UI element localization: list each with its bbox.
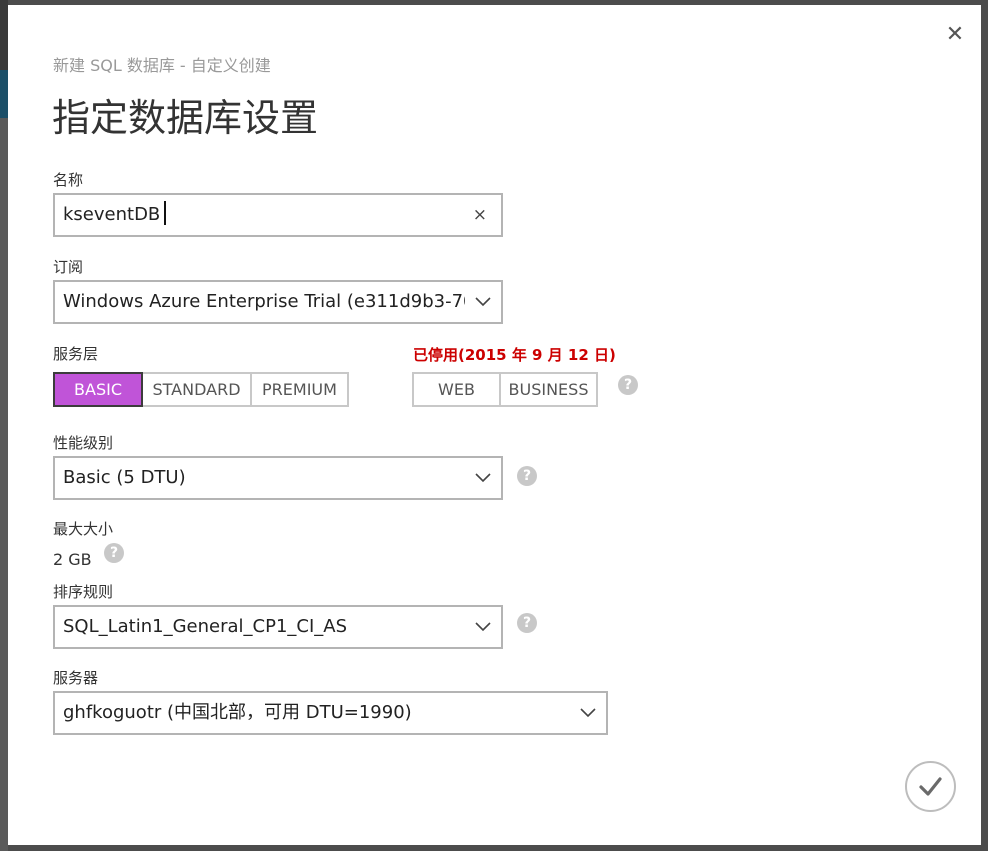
- backdrop-banner: [0, 70, 8, 118]
- performance-dropdown[interactable]: Basic (5 DTU): [53, 456, 503, 500]
- chevron-down-icon: [580, 708, 596, 718]
- performance-label: 性能级别: [53, 434, 114, 452]
- service-tier-label: 服务层: [53, 345, 99, 363]
- tier-business-button[interactable]: BUSINESS: [499, 372, 598, 407]
- collation-value: SQL_Latin1_General_CP1_CI_AS: [63, 616, 348, 637]
- performance-value: Basic (5 DTU): [63, 467, 186, 488]
- server-value: ghfkoguotr (中国北部，可用 DTU=1990): [63, 702, 412, 723]
- max-size-value: 2 GB: [53, 550, 92, 569]
- create-database-dialog: ✕ 新建 SQL 数据库 - 自定义创建 指定数据库设置 名称 kseventD…: [8, 5, 981, 845]
- help-icon[interactable]: ?: [517, 613, 537, 633]
- text-cursor: [164, 201, 167, 225]
- chevron-down-icon: [475, 297, 491, 307]
- chevron-down-icon: [475, 473, 491, 483]
- subscription-dropdown[interactable]: Windows Azure Enterprise Trial (e311d9b3…: [53, 280, 503, 324]
- confirm-button[interactable]: [905, 761, 956, 812]
- name-label: 名称: [53, 171, 84, 189]
- collation-label: 排序规则: [53, 583, 114, 601]
- server-label: 服务器: [53, 669, 99, 687]
- checkmark-icon: [919, 777, 942, 796]
- subscription-value: Windows Azure Enterprise Trial (e311d9b3…: [63, 291, 465, 312]
- service-tier-group: BASIC STANDARD PREMIUM: [53, 372, 349, 407]
- subscription-label: 订阅: [53, 258, 84, 276]
- help-icon[interactable]: ?: [618, 375, 638, 395]
- backdrop-header: [0, 0, 8, 70]
- page-title: 指定数据库设置: [52, 96, 319, 140]
- name-input-value: kseventDB: [63, 204, 161, 225]
- collation-dropdown[interactable]: SQL_Latin1_General_CP1_CI_AS: [53, 605, 503, 649]
- max-size-label: 最大大小: [53, 520, 114, 538]
- help-icon[interactable]: ?: [517, 466, 537, 486]
- chevron-down-icon: [475, 622, 491, 632]
- help-icon[interactable]: ?: [104, 543, 124, 563]
- tier-standard-button[interactable]: STANDARD: [141, 372, 252, 407]
- name-input[interactable]: kseventDB ×: [53, 193, 503, 237]
- tier-premium-button[interactable]: PREMIUM: [250, 372, 349, 407]
- deprecated-tier-group: WEB BUSINESS: [412, 372, 598, 407]
- server-dropdown[interactable]: ghfkoguotr (中国北部，可用 DTU=1990): [53, 691, 608, 735]
- dialog-subtitle: 新建 SQL 数据库 - 自定义创建: [53, 56, 271, 75]
- close-icon[interactable]: ✕: [943, 23, 967, 47]
- backdrop-content: [0, 118, 8, 851]
- tier-basic-button[interactable]: BASIC: [53, 372, 143, 407]
- clear-input-icon[interactable]: ×: [473, 195, 487, 235]
- deprecated-tiers-label: 已停用(2015 年 9 月 12 日): [413, 346, 616, 364]
- tier-web-button[interactable]: WEB: [412, 372, 501, 407]
